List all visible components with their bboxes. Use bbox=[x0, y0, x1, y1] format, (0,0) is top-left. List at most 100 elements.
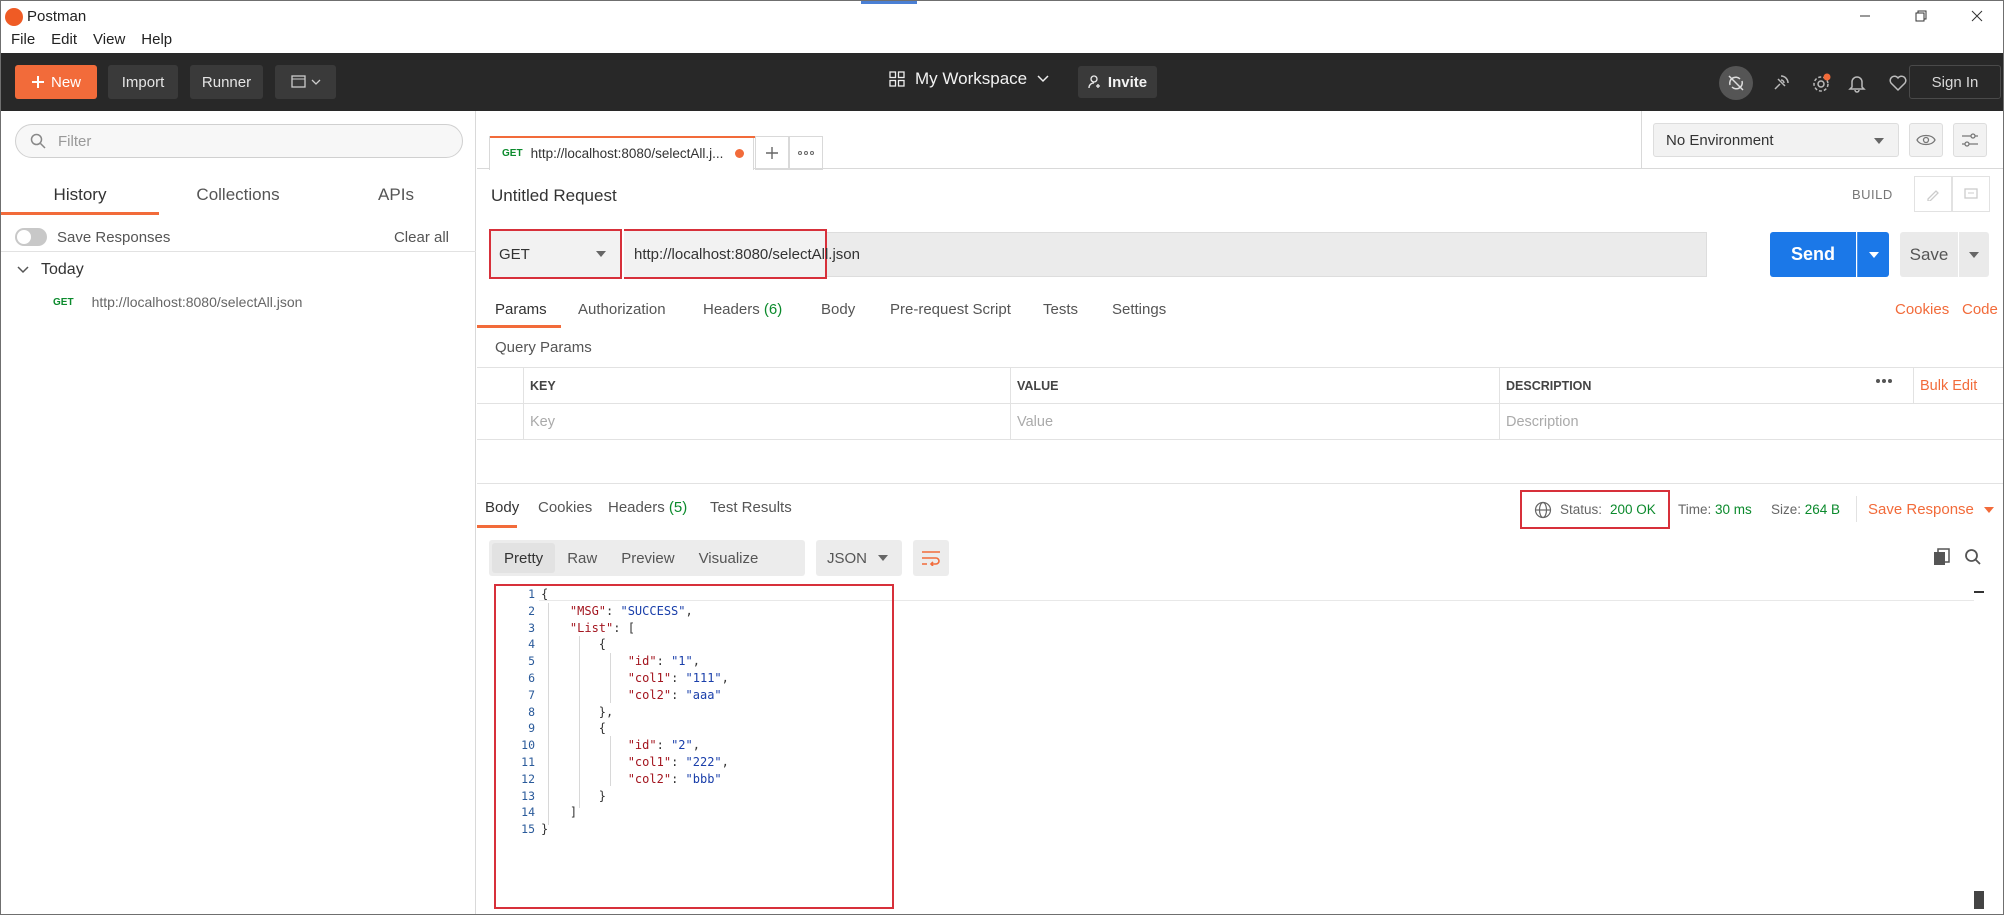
tab-settings[interactable]: Settings bbox=[1112, 301, 1166, 318]
save-options-button[interactable] bbox=[1959, 232, 1989, 277]
sync-off-button[interactable] bbox=[1719, 66, 1753, 100]
sync-off-icon bbox=[1728, 75, 1744, 91]
tab-options-button[interactable] bbox=[789, 136, 823, 170]
import-button[interactable]: Import bbox=[108, 65, 178, 99]
request-actions bbox=[1914, 176, 1990, 212]
scrollbar-top-icon[interactable] bbox=[1974, 591, 1984, 605]
sidebar: Filter History Collections APIs Save Res… bbox=[1, 111, 476, 914]
tab-apis[interactable]: APIs bbox=[317, 173, 475, 215]
invite-button[interactable]: Invite bbox=[1078, 66, 1157, 98]
search-response-button[interactable] bbox=[1964, 548, 1982, 566]
manage-environments-button[interactable] bbox=[1953, 123, 1987, 157]
send-options-button[interactable] bbox=[1857, 232, 1889, 277]
size-label: Size: bbox=[1771, 502, 1802, 517]
eye-icon bbox=[1916, 134, 1936, 146]
url-input-background[interactable] bbox=[827, 232, 1707, 277]
response-time[interactable]: Time: 30 ms bbox=[1678, 502, 1752, 517]
title-bar: Postman File Edit View Help bbox=[1, 1, 2003, 53]
tab-response-cookies[interactable]: Cookies bbox=[538, 499, 592, 516]
scrollbar-thumb[interactable] bbox=[1974, 891, 1984, 909]
history-url: http://localhost:8080/selectAll.json bbox=[91, 294, 303, 310]
tab-title: http://localhost:8080/selectAll.j... bbox=[530, 146, 724, 161]
history-group-today[interactable]: Today bbox=[17, 261, 84, 279]
description-input[interactable]: Description bbox=[1499, 404, 2003, 440]
sign-in-button[interactable]: Sign In bbox=[1909, 65, 2001, 99]
interceptor-button[interactable] bbox=[1764, 66, 1798, 100]
tab-params[interactable]: Params bbox=[495, 301, 547, 318]
save-button[interactable]: Save bbox=[1900, 232, 1958, 277]
active-tab-indicator bbox=[477, 325, 561, 328]
view-raw[interactable]: Raw bbox=[555, 550, 609, 567]
save-responses-toggle[interactable]: Save Responses bbox=[15, 228, 170, 246]
tab-collections[interactable]: Collections bbox=[159, 173, 317, 215]
clear-all-button[interactable]: Clear all bbox=[394, 229, 449, 246]
column-options-button[interactable] bbox=[1875, 378, 1893, 384]
gear-icon bbox=[1813, 73, 1831, 92]
caret-down-icon bbox=[1983, 506, 1994, 513]
edit-request-button[interactable] bbox=[1914, 176, 1952, 212]
sliders-icon bbox=[1962, 133, 1978, 147]
request-tab[interactable]: GET http://localhost:8080/selectAll.j... bbox=[489, 136, 755, 170]
query-params-title: Query Params bbox=[495, 339, 592, 356]
pencil-icon bbox=[1927, 190, 1939, 201]
chevron-down-icon bbox=[17, 266, 29, 274]
runner-button[interactable]: Runner bbox=[190, 65, 263, 99]
bell-icon bbox=[1848, 76, 1866, 93]
status-value[interactable]: 200 OK bbox=[1610, 502, 1656, 517]
chevron-down-icon bbox=[1037, 75, 1049, 83]
settings-button[interactable] bbox=[1804, 66, 1838, 100]
value-input[interactable]: Value bbox=[1010, 404, 1499, 440]
tab-tests[interactable]: Tests bbox=[1043, 301, 1078, 318]
tab-history[interactable]: History bbox=[1, 173, 159, 215]
close-icon[interactable] bbox=[1949, 1, 2003, 31]
save-response-button[interactable]: Save Response bbox=[1868, 501, 1994, 518]
copy-button[interactable] bbox=[1933, 548, 1951, 566]
environment-quick-look-button[interactable] bbox=[1909, 123, 1943, 157]
wrap-lines-button[interactable] bbox=[913, 540, 949, 576]
toggle-switch[interactable] bbox=[15, 228, 47, 246]
menu-view[interactable]: View bbox=[93, 31, 125, 48]
globe-icon[interactable] bbox=[1534, 501, 1552, 519]
workspace-switcher[interactable]: My Workspace bbox=[889, 69, 1049, 89]
minimize-icon[interactable] bbox=[1837, 1, 1893, 31]
view-visualize[interactable]: Visualize bbox=[687, 550, 771, 567]
environment-select[interactable]: No Environment bbox=[1653, 123, 1899, 157]
tab-response-headers[interactable]: Headers (5) bbox=[608, 499, 687, 516]
tab-body[interactable]: Body bbox=[821, 301, 855, 318]
response-view-switcher: Pretty Raw Preview Visualize bbox=[489, 540, 805, 576]
cookies-link[interactable]: Cookies bbox=[1895, 301, 1949, 318]
taskbar-accent bbox=[861, 1, 917, 4]
new-button[interactable]: New bbox=[15, 65, 97, 99]
tab-response-body[interactable]: Body bbox=[485, 499, 519, 516]
code-link[interactable]: Code bbox=[1962, 301, 1998, 318]
new-tab-button[interactable] bbox=[755, 136, 789, 170]
send-button[interactable]: Send bbox=[1770, 232, 1856, 277]
request-name[interactable]: Untitled Request bbox=[491, 186, 617, 206]
tab-headers[interactable]: Headers (6) bbox=[703, 301, 782, 318]
menu-edit[interactable]: Edit bbox=[51, 31, 77, 48]
documentation-button[interactable] bbox=[1952, 176, 1990, 212]
more-icon bbox=[1876, 379, 1892, 383]
new-window-button[interactable] bbox=[275, 65, 336, 99]
notifications-button[interactable] bbox=[1840, 66, 1874, 100]
menu-file[interactable]: File bbox=[11, 31, 35, 48]
filter-input[interactable]: Filter bbox=[15, 124, 463, 158]
bulk-edit-link[interactable]: Bulk Edit bbox=[1913, 368, 2003, 404]
menu-help[interactable]: Help bbox=[141, 31, 172, 48]
restore-icon[interactable] bbox=[1893, 1, 1949, 31]
format-select[interactable]: JSON bbox=[816, 540, 902, 576]
invite-label: Invite bbox=[1107, 73, 1148, 91]
build-mode-label: BUILD bbox=[1852, 187, 1893, 202]
tab-prerequest-script[interactable]: Pre-request Script bbox=[890, 301, 1011, 318]
response-size[interactable]: Size: 264 B bbox=[1771, 502, 1840, 517]
method-select[interactable]: GET bbox=[489, 229, 622, 279]
url-input[interactable]: http://localhost:8080/selectAll.json bbox=[624, 229, 860, 279]
tab-authorization[interactable]: Authorization bbox=[578, 301, 666, 318]
key-input[interactable]: Key bbox=[523, 404, 1010, 440]
view-preview[interactable]: Preview bbox=[609, 550, 686, 567]
view-pretty[interactable]: Pretty bbox=[492, 543, 556, 573]
tab-test-results[interactable]: Test Results bbox=[710, 499, 792, 516]
table-header-row: KEY VALUE DESCRIPTION Bulk Edit bbox=[477, 368, 2003, 404]
history-item[interactable]: GET http://localhost:8080/selectAll.json bbox=[53, 294, 302, 310]
divider bbox=[1, 251, 476, 252]
